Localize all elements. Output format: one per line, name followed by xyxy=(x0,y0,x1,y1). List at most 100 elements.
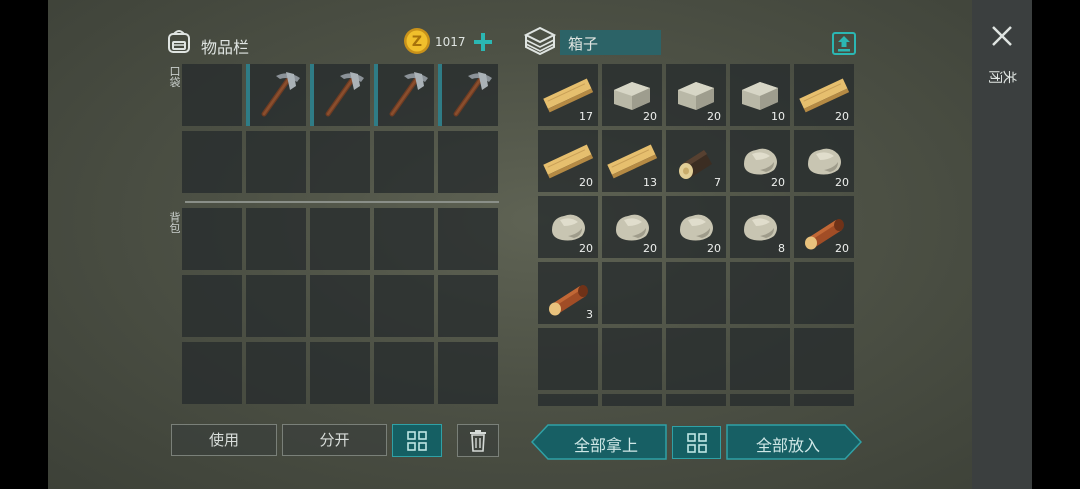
split-button[interactable]: 分开 xyxy=(282,424,387,456)
pocket-slot[interactable] xyxy=(246,64,306,126)
item-quantity: 20 xyxy=(707,110,721,123)
backpack-slot[interactable] xyxy=(310,208,370,270)
box-slot[interactable]: 3 xyxy=(538,262,598,324)
backpack-slot[interactable] xyxy=(438,342,498,404)
box-slot[interactable]: 13 xyxy=(602,130,662,192)
item-quantity: 20 xyxy=(835,242,849,255)
pocket-slot[interactable] xyxy=(374,131,434,193)
coin-symbol: Z xyxy=(412,34,422,50)
box-slot[interactable] xyxy=(666,394,726,406)
box-slot[interactable]: 20 xyxy=(794,196,854,258)
item-quantity: 20 xyxy=(579,242,593,255)
backpack-slot[interactable] xyxy=(182,342,242,404)
box-slot[interactable]: 20 xyxy=(602,64,662,126)
box-slot[interactable] xyxy=(538,394,598,406)
item-quantity: 20 xyxy=(707,242,721,255)
box-slot[interactable]: 20 xyxy=(794,130,854,192)
close-icon xyxy=(992,26,1012,46)
pocket-slot[interactable] xyxy=(438,64,498,126)
box-slot[interactable]: 20 xyxy=(538,130,598,192)
pocket-slot[interactable] xyxy=(310,64,370,126)
backpack-slot[interactable] xyxy=(438,275,498,337)
box-slot[interactable] xyxy=(794,394,854,406)
item-quantity: 20 xyxy=(643,242,657,255)
backpack-slot[interactable] xyxy=(374,275,434,337)
section-divider xyxy=(185,201,499,203)
box-slot[interactable]: 20 xyxy=(666,196,726,258)
take-all-button[interactable]: 全部拿上 xyxy=(531,424,667,460)
box-slot[interactable] xyxy=(730,394,790,406)
pocket-slot[interactable] xyxy=(182,64,242,126)
box-slot[interactable]: 20 xyxy=(730,130,790,192)
box-slot[interactable]: 20 xyxy=(666,64,726,126)
coin-count: 1017 xyxy=(435,35,466,49)
box-icon xyxy=(523,25,557,57)
box-slot[interactable]: 7 xyxy=(666,130,726,192)
box-slot[interactable] xyxy=(794,328,854,390)
box-slot[interactable]: 10 xyxy=(730,64,790,126)
box-slot[interactable]: 8 xyxy=(730,196,790,258)
sort-box-button[interactable] xyxy=(672,426,721,459)
item-quantity: 8 xyxy=(778,242,785,255)
item-quantity: 7 xyxy=(714,176,721,189)
pocket-slot[interactable] xyxy=(438,131,498,193)
box-slot[interactable] xyxy=(602,394,662,406)
put-all-label: 全部放入 xyxy=(755,436,820,455)
backpack-slot[interactable] xyxy=(246,275,306,337)
box-name-field[interactable]: 箱子 xyxy=(560,30,661,55)
box-slot[interactable]: 20 xyxy=(538,196,598,258)
box-slot[interactable] xyxy=(794,262,854,324)
trash-icon xyxy=(470,430,486,452)
close-button[interactable]: 关闭 xyxy=(988,22,1017,102)
pocket-slot[interactable] xyxy=(182,131,242,193)
pocket-slot[interactable] xyxy=(374,64,434,126)
grid-sort-icon xyxy=(686,433,707,453)
backpack-slot[interactable] xyxy=(182,208,242,270)
box-slot[interactable] xyxy=(666,328,726,390)
item-quantity: 17 xyxy=(579,110,593,123)
item-quantity: 3 xyxy=(586,308,593,321)
backpack-slot[interactable] xyxy=(310,342,370,404)
item-quantity: 20 xyxy=(643,110,657,123)
put-all-button[interactable]: 全部放入 xyxy=(726,424,862,460)
box-slot[interactable] xyxy=(538,328,598,390)
backpack-slot[interactable] xyxy=(374,342,434,404)
take-all-label: 全部拿上 xyxy=(573,436,638,455)
backpack-slot[interactable] xyxy=(438,208,498,270)
upload-icon xyxy=(832,32,856,55)
pocket-slot[interactable] xyxy=(246,131,306,193)
sort-inventory-button[interactable] xyxy=(392,424,442,457)
add-icon xyxy=(474,33,492,51)
backpack-slot[interactable] xyxy=(310,275,370,337)
pocket-label: 口袋 xyxy=(169,65,181,89)
box-name: 箱子 xyxy=(568,35,599,53)
box-slot[interactable] xyxy=(602,328,662,390)
box-slot[interactable] xyxy=(666,262,726,324)
add-coins-button[interactable] xyxy=(472,31,494,53)
box-slot[interactable] xyxy=(730,328,790,390)
box-slot[interactable]: 20 xyxy=(794,64,854,126)
item-quantity: 20 xyxy=(835,176,849,189)
backpack-slot[interactable] xyxy=(182,275,242,337)
backpack-icon xyxy=(165,27,193,55)
box-slot[interactable] xyxy=(730,262,790,324)
item-quantity: 10 xyxy=(771,110,785,123)
item-quantity: 20 xyxy=(579,176,593,189)
coin-icon: Z xyxy=(403,27,431,55)
trash-button[interactable] xyxy=(457,424,499,457)
inventory-title: 物品栏 xyxy=(201,38,250,57)
box-slot[interactable] xyxy=(602,262,662,324)
upload-button[interactable] xyxy=(831,30,857,56)
box-slot[interactable]: 17 xyxy=(538,64,598,126)
grid-sort-icon xyxy=(407,431,427,451)
backpack-slot[interactable] xyxy=(246,342,306,404)
use-button[interactable]: 使用 xyxy=(171,424,277,456)
backpack-label: 背包 xyxy=(169,211,181,235)
item-quantity: 20 xyxy=(835,110,849,123)
box-slot[interactable]: 20 xyxy=(602,196,662,258)
backpack-slot[interactable] xyxy=(374,208,434,270)
item-quantity: 20 xyxy=(771,176,785,189)
backpack-slot[interactable] xyxy=(246,208,306,270)
close-label: 关闭 xyxy=(989,68,1017,84)
pocket-slot[interactable] xyxy=(310,131,370,193)
